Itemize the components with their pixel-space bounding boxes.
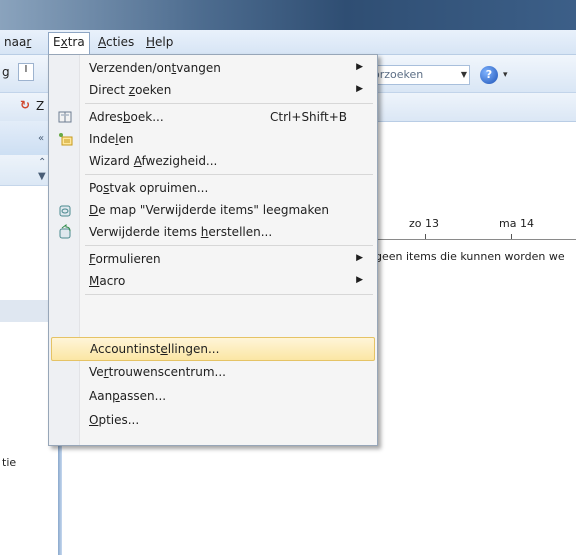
calendar-day-label: ma 14 — [499, 217, 534, 230]
menu-item-macro[interactable]: Macro ▶ — [51, 270, 373, 292]
menu-item-options[interactable]: Opties... — [51, 409, 373, 431]
menu-item-account-settings[interactable]: Accountinstellingen... — [51, 337, 375, 361]
organize-icon — [57, 131, 73, 147]
help-button[interactable]: ? — [478, 64, 500, 86]
extra-dropdown-menu: Verzenden/ontvangen ▶ Direct zoeken ▶ Ad… — [48, 54, 378, 446]
submenu-arrow-icon: ▶ — [356, 275, 363, 285]
menu-bar: naar Extra Acties Help — [0, 30, 576, 55]
menu-item-mailbox-cleanup[interactable]: Postvak opruimen... — [51, 177, 373, 199]
toolbar-fragment[interactable]: g — [2, 65, 10, 79]
menu-extra[interactable]: Extra — [48, 32, 90, 54]
menu-acties[interactable]: Acties — [94, 33, 138, 51]
menu-item-trust-center[interactable]: Vertrouwenscentrum... — [51, 361, 373, 383]
search-input[interactable]: orzoeken ▼ — [366, 65, 470, 85]
calendar-timeline-axis — [375, 239, 576, 240]
menu-item-address-book[interactable]: Adresboek... Ctrl+Shift+B — [51, 106, 373, 128]
menu-item-organize[interactable]: Indelen — [51, 128, 373, 150]
menu-item-forms[interactable]: Formulieren ▶ — [51, 248, 373, 270]
window-title-bar — [0, 0, 576, 30]
address-book-icon — [57, 109, 73, 125]
menu-item-out-of-office-wizard[interactable]: Wizard Afwezigheid... — [51, 150, 373, 172]
sync-icon[interactable]: ↻ — [20, 98, 30, 112]
submenu-arrow-icon: ▶ — [356, 84, 363, 94]
dropdown-icon[interactable]: ▼ — [38, 171, 46, 182]
shortcut-label: Ctrl+Shift+B — [270, 110, 347, 124]
menu-item-send-receive[interactable]: Verzenden/ontvangen ▶ — [51, 57, 373, 79]
toolbar-overflow-icon[interactable]: ▾ — [503, 70, 508, 80]
toolbar-fragment[interactable]: Z — [36, 99, 44, 113]
recover-items-icon — [57, 224, 73, 240]
menu-help[interactable]: Help — [142, 33, 177, 51]
menu-separator — [85, 294, 373, 295]
help-icon: ? — [480, 66, 498, 84]
menu-separator — [85, 245, 373, 246]
submenu-arrow-icon: ▶ — [356, 253, 363, 263]
search-dropdown-icon[interactable]: ▼ — [461, 70, 467, 79]
menu-naar[interactable]: naar — [0, 33, 35, 51]
empty-folder-icon — [57, 202, 73, 218]
collapse-up-icon[interactable]: ⌃ — [38, 157, 46, 168]
menu-item-instant-search[interactable]: Direct zoeken ▶ — [51, 79, 373, 101]
menu-separator — [85, 103, 373, 104]
toolbar-button[interactable]: I — [18, 63, 34, 81]
empty-items-message: geen items die kunnen worden we — [375, 250, 565, 263]
nav-pane-label[interactable]: tie — [2, 456, 16, 469]
collapse-left-icon[interactable]: « — [38, 133, 44, 144]
calendar-day-label: zo 13 — [409, 217, 439, 230]
menu-separator — [85, 174, 373, 175]
menu-item-empty-deleted-items[interactable]: De map "Verwijderde items" leegmaken — [51, 199, 373, 221]
menu-item-customize[interactable]: Aanpassen... — [51, 385, 373, 407]
menu-item-recover-deleted-items[interactable]: Verwijderde items herstellen... — [51, 221, 373, 243]
submenu-arrow-icon: ▶ — [356, 62, 363, 72]
